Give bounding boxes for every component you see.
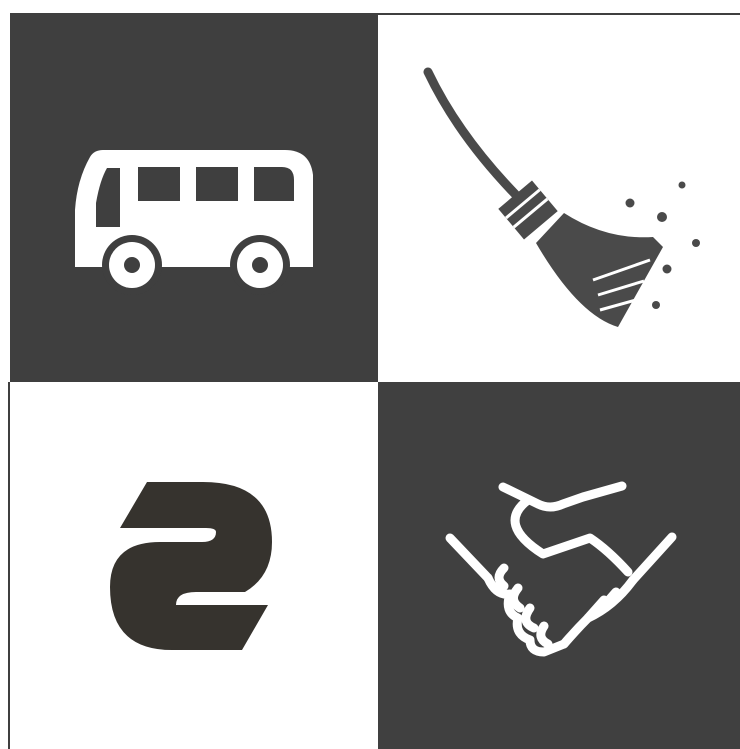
broom-icon <box>423 67 700 327</box>
tile-logo <box>10 382 378 749</box>
handshake-icon <box>445 481 677 657</box>
bus-icon <box>75 150 313 295</box>
tile-handshake <box>378 382 740 749</box>
tile-bus <box>10 15 378 382</box>
logo-icon <box>110 482 272 650</box>
icon-grid <box>0 0 740 749</box>
tile-broom <box>378 15 740 382</box>
